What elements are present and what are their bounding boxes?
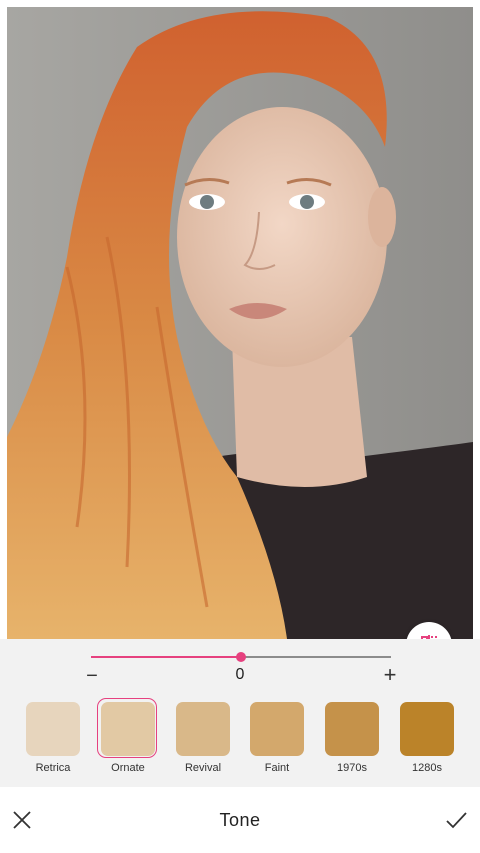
close-icon — [13, 811, 31, 829]
apply-button[interactable] — [444, 808, 468, 832]
swatch-retrica[interactable] — [26, 702, 80, 756]
swatch-1970s[interactable] — [325, 702, 379, 756]
swatch-label: 1970s — [337, 762, 367, 774]
swatch-label: Faint — [264, 762, 290, 774]
swatch-1280s[interactable] — [400, 702, 454, 756]
check-icon — [446, 812, 467, 829]
slider-thumb[interactable] — [236, 652, 246, 662]
swatch-faint[interactable] — [250, 702, 304, 756]
portrait-photo — [7, 7, 473, 639]
swatch-revival[interactable] — [176, 702, 230, 756]
screen-title: Tone — [219, 810, 261, 830]
swatch-ornate[interactable] — [101, 702, 155, 756]
decrease-icon[interactable]: − — [83, 666, 101, 686]
swatch-label: Retrica — [35, 762, 71, 774]
increase-icon[interactable]: + — [381, 664, 399, 686]
slider-value: 0 — [235, 666, 245, 683]
swatch-label: 1280s — [412, 762, 442, 774]
swatch-label: Ornate — [111, 762, 145, 774]
slider-fill — [91, 656, 241, 658]
swatch-label: Revival — [184, 762, 222, 774]
close-button[interactable] — [10, 808, 34, 832]
